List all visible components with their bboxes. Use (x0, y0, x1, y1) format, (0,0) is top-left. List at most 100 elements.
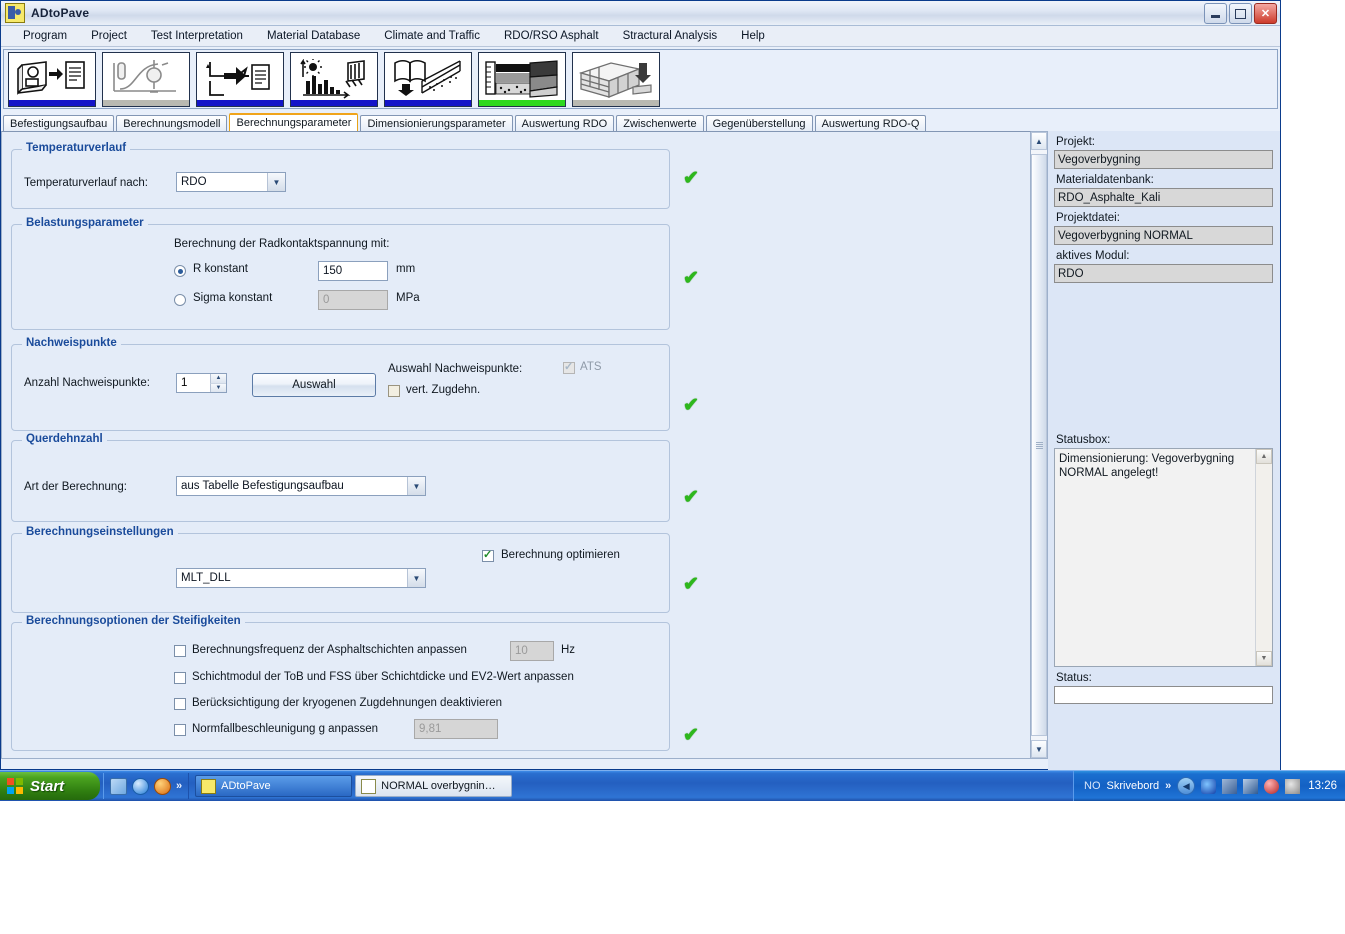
statusbox-scroll-down-icon[interactable]: ▼ (1256, 651, 1272, 666)
input-normfallbeschleunigung[interactable]: 9,81 (414, 719, 498, 739)
input-r-value[interactable]: 150 (318, 261, 388, 281)
input-sigma-value[interactable]: 0 (318, 290, 388, 310)
minimize-button[interactable] (1204, 3, 1227, 24)
task-button-adtopave[interactable]: ADtoPave (195, 775, 353, 797)
statusbox-scrollbar[interactable]: ▲ ▼ (1255, 449, 1272, 666)
menu-item-test-interpretation[interactable]: Test Interpretation (139, 29, 255, 43)
quick-launch-bar: » (103, 773, 190, 799)
field-status[interactable] (1054, 686, 1273, 704)
checkbox-schichtmodul[interactable] (174, 672, 186, 684)
show-desktop-icon[interactable] (110, 777, 127, 795)
radio-sigma-konstant[interactable] (174, 294, 186, 306)
tab-berechnungsparameter[interactable]: Berechnungsparameter (229, 113, 359, 131)
combo-berechnungseinstellungen[interactable]: MLT_DLL ▼ (176, 568, 426, 588)
task-buttons: ADtoPave NORMAL overbygnin… (195, 775, 513, 797)
checkbox-ats[interactable] (563, 360, 575, 374)
checkbox-vert-zugdehn[interactable] (388, 385, 400, 397)
tab-berechnungsmodell[interactable]: Berechnungsmodell (116, 115, 228, 132)
structural-analysis-icon[interactable] (572, 51, 660, 107)
label-r-unit: mm (396, 263, 416, 275)
scroll-down-icon[interactable]: ▼ (1031, 740, 1047, 758)
chevron-down-icon[interactable]: ▼ (407, 569, 425, 587)
scroll-up-icon[interactable]: ▲ (1031, 132, 1047, 150)
task-button-normal-overbygning[interactable]: NORMAL overbygnin… (355, 775, 513, 797)
network-disconnected-icon[interactable] (1222, 778, 1238, 794)
tray-more-icon[interactable]: » (1165, 780, 1171, 792)
tab-auswertung-rdo-q[interactable]: Auswertung RDO-Q (814, 115, 927, 132)
material-database-icon[interactable] (384, 51, 472, 107)
tab-befestigungsaufbau[interactable]: Befestigungsaufbau (3, 115, 115, 132)
group-title-berechnungseinstellungen: Berechnungseinstellungen (22, 526, 178, 538)
maximize-button[interactable] (1229, 3, 1252, 24)
project-data-icon[interactable] (8, 51, 96, 107)
status-ok-steifigkeiten: ✔ (683, 725, 699, 746)
quick-launch-more-icon[interactable]: » (176, 780, 182, 792)
climate-traffic-icon[interactable] (290, 51, 378, 107)
label-sigma-konstant: Sigma konstant (193, 292, 273, 304)
close-button[interactable]: ✕ (1254, 3, 1277, 24)
spinner-value: 1 (181, 377, 188, 389)
checkbox-berechnungsfrequenz[interactable] (174, 645, 186, 657)
menu-item-climate-and-traffic[interactable]: Climate and Traffic (372, 29, 492, 43)
chevron-down-icon[interactable]: ▼ (267, 173, 285, 191)
label-berechnungsfrequenz: Berechnungsfrequenz der Asphaltschichten… (192, 644, 467, 656)
antivirus-icon[interactable] (1285, 778, 1301, 794)
checkbox-berechnung-optimieren[interactable] (482, 548, 494, 562)
scrollbar-thumb[interactable] (1031, 154, 1047, 736)
volume-icon[interactable] (1243, 778, 1259, 794)
group-title-nachweispunkte: Nachweispunkte (22, 337, 121, 349)
chevron-down-icon[interactable]: ▼ (407, 477, 425, 495)
tab-dimensionierungsparameter[interactable]: Dimensionierungsparameter (360, 115, 513, 132)
toolbar-indicator (479, 99, 565, 106)
input-berechnungsfrequenz[interactable]: 10 (510, 641, 554, 661)
material-flow-icon[interactable] (196, 51, 284, 107)
security-alert-icon[interactable] (1264, 778, 1280, 794)
window-title: ADtoPave (31, 6, 90, 20)
radio-r-konstant[interactable] (174, 265, 186, 277)
checkbox-kryogene-zugdehnungen[interactable] (174, 698, 186, 710)
combo-querdehnzahl[interactable]: aus Tabelle Befestigungsaufbau ▼ (176, 476, 426, 496)
tab-gegenueberstellung[interactable]: Gegenüberstellung (705, 115, 813, 132)
title-bar[interactable]: ADtoPave ✕ (1, 1, 1280, 26)
menu-item-help[interactable]: Help (729, 29, 777, 43)
status-ok-belastungsparameter: ✔ (683, 268, 699, 289)
auswahl-button[interactable]: Auswahl (252, 373, 376, 397)
internet-explorer-icon[interactable] (132, 777, 149, 795)
label-sigma-unit: MPa (396, 292, 420, 304)
start-button[interactable]: Start (0, 772, 100, 800)
media-player-icon[interactable] (154, 777, 171, 795)
checkbox-normfallbeschleunigung[interactable] (174, 724, 186, 736)
toolbar-indicator (291, 99, 377, 106)
spinner-buttons: ▲ ▼ (210, 374, 226, 392)
group-berechnungseinstellungen: Berechnungseinstellungen MLT_DLL ▼ Berec… (11, 526, 670, 613)
rdo-rso-asphalt-icon[interactable] (478, 51, 566, 107)
statusbox-scroll-up-icon[interactable]: ▲ (1256, 449, 1272, 464)
toolbar (3, 49, 1278, 109)
label-radkontaktspannung: Berechnung der Radkontaktspannung mit: (174, 238, 390, 250)
menu-item-stractural-analysis[interactable]: Stractural Analysis (611, 29, 730, 43)
toolbar-indicator (385, 99, 471, 106)
network-sync-icon[interactable] (1201, 778, 1217, 794)
menu-item-rdo-rso-asphalt[interactable]: RDO/RSO Asphalt (492, 29, 611, 43)
combo-temperaturverlauf[interactable]: RDO ▼ (176, 172, 286, 192)
spinner-up-icon[interactable]: ▲ (210, 374, 226, 383)
spinner-down-icon[interactable]: ▼ (210, 382, 226, 392)
windows-logo-icon (7, 777, 24, 795)
tray-toolbar-label[interactable]: Skrivebord (1107, 780, 1160, 792)
task-button-label: NORMAL overbygnin… (381, 780, 496, 792)
menu-item-project[interactable]: Project (79, 29, 139, 43)
menu-item-program[interactable]: Program (11, 29, 79, 43)
tab-zwischenwerte[interactable]: Zwischenwerte (616, 115, 704, 132)
tray-language-indicator[interactable]: NO (1084, 780, 1101, 792)
hide-icons-chevron-icon[interactable]: ◀ (1177, 777, 1196, 795)
spinner-anzahl-nachweispunkte[interactable]: 1 ▲ ▼ (176, 373, 227, 393)
form-vertical-scrollbar[interactable]: ▲ ▼ (1031, 131, 1048, 759)
menu-item-material-database[interactable]: Material Database (255, 29, 372, 43)
statusbox[interactable]: Dimensionierung: Vegoverbygning NORMAL a… (1054, 448, 1273, 667)
taskbar-clock[interactable]: 13:26 (1308, 780, 1337, 792)
scrollbar-grip (1035, 441, 1043, 449)
toolbar-indicator (573, 99, 659, 106)
scrollbar-track[interactable] (1031, 150, 1047, 740)
test-interpretation-icon[interactable] (102, 51, 190, 107)
tab-auswertung-rdo[interactable]: Auswertung RDO (514, 115, 615, 132)
